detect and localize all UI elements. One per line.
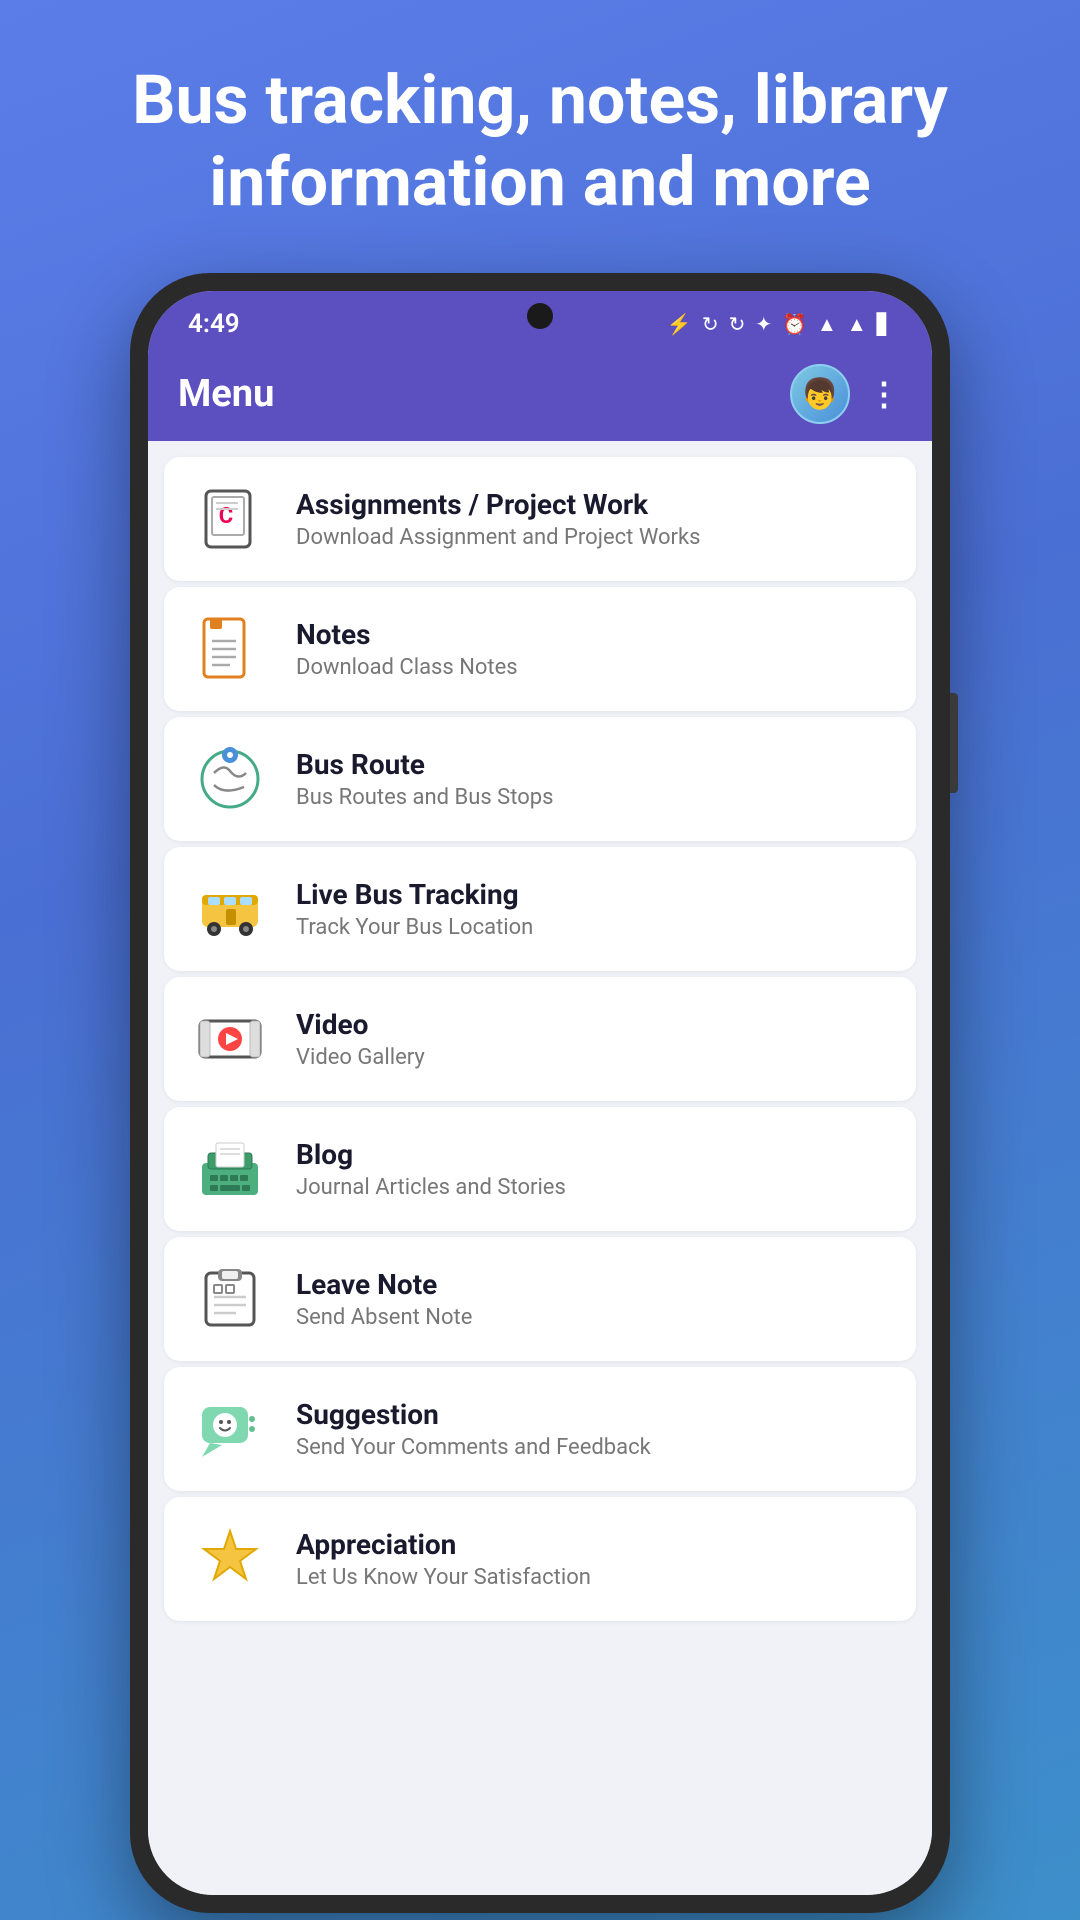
suggestion-title: Suggestion bbox=[296, 1398, 888, 1431]
more-options-button[interactable]: ⋮ bbox=[868, 375, 902, 413]
appreciation-subtitle: Let Us Know Your Satisfaction bbox=[296, 1565, 888, 1590]
phone-screen: 4:49 ⚡ ↻ ↻ ✦ ⏰ ▲ ▲ ▋ Menu bbox=[148, 291, 932, 1895]
appreciation-icon bbox=[194, 1523, 266, 1595]
status-time: 4:49 bbox=[188, 309, 240, 339]
user-avatar[interactable]: 👦 bbox=[790, 364, 850, 424]
video-title: Video bbox=[296, 1008, 888, 1041]
side-button bbox=[950, 693, 958, 793]
suggestion-icon-wrap bbox=[192, 1391, 268, 1467]
notes-subtitle: Download Class Notes bbox=[296, 655, 888, 680]
signal-icon: ▲ bbox=[847, 312, 867, 337]
menu-item-bus-route[interactable]: Bus Route Bus Routes and Bus Stops bbox=[164, 717, 916, 841]
app-bar: Menu 👦 ⋮ bbox=[148, 351, 932, 441]
phone-frame: 4:49 ⚡ ↻ ↻ ✦ ⏰ ▲ ▲ ▋ Menu bbox=[130, 273, 950, 1913]
blog-subtitle: Journal Articles and Stories bbox=[296, 1175, 888, 1200]
menu-item-blog[interactable]: Blog Journal Articles and Stories bbox=[164, 1107, 916, 1231]
notes-title: Notes bbox=[296, 618, 888, 651]
video-icon-wrap bbox=[192, 1001, 268, 1077]
camera-notch bbox=[527, 303, 553, 329]
assignments-title: Assignments / Project Work bbox=[296, 488, 888, 521]
blog-text: Blog Journal Articles and Stories bbox=[296, 1138, 888, 1200]
leave-note-text: Leave Note Send Absent Note bbox=[296, 1268, 888, 1330]
assignments-subtitle: Download Assignment and Project Works bbox=[296, 525, 888, 550]
avatar-image: 👦 bbox=[801, 377, 838, 412]
live-bus-icon bbox=[194, 873, 266, 945]
notes-text: Notes Download Class Notes bbox=[296, 618, 888, 680]
phone-mockup: 4:49 ⚡ ↻ ↻ ✦ ⏰ ▲ ▲ ▋ Menu bbox=[130, 273, 950, 1913]
live-bus-icon-wrap bbox=[192, 871, 268, 947]
leave-note-subtitle: Send Absent Note bbox=[296, 1305, 888, 1330]
blog-title: Blog bbox=[296, 1138, 888, 1171]
suggestion-text: Suggestion Send Your Comments and Feedba… bbox=[296, 1398, 888, 1460]
blog-icon bbox=[194, 1133, 266, 1205]
wifi-icon: ▲ bbox=[817, 312, 837, 337]
appreciation-text: Appreciation Let Us Know Your Satisfacti… bbox=[296, 1528, 888, 1590]
alarm-icon: ⏰ bbox=[782, 312, 807, 336]
menu-item-notes[interactable]: Notes Download Class Notes bbox=[164, 587, 916, 711]
app-icon: ✦ bbox=[755, 312, 772, 336]
app-bar-actions: 👦 ⋮ bbox=[790, 364, 902, 424]
assignments-icon: C bbox=[194, 483, 266, 555]
menu-item-video[interactable]: Video Video Gallery bbox=[164, 977, 916, 1101]
bus-route-title: Bus Route bbox=[296, 748, 888, 781]
menu-item-appreciation[interactable]: Appreciation Let Us Know Your Satisfacti… bbox=[164, 1497, 916, 1621]
appreciation-icon-wrap bbox=[192, 1521, 268, 1597]
leave-note-title: Leave Note bbox=[296, 1268, 888, 1301]
assignments-text: Assignments / Project Work Download Assi… bbox=[296, 488, 888, 550]
bus-route-icon bbox=[194, 743, 266, 815]
notes-icon bbox=[194, 613, 266, 685]
bus-route-text: Bus Route Bus Routes and Bus Stops bbox=[296, 748, 888, 810]
menu-list: C Assignments / Project Work Download As… bbox=[148, 441, 932, 1895]
live-bus-title: Live Bus Tracking bbox=[296, 878, 888, 911]
assignments-icon-wrap: C bbox=[192, 481, 268, 557]
suggestion-icon bbox=[194, 1393, 266, 1465]
suggestion-subtitle: Send Your Comments and Feedback bbox=[296, 1435, 888, 1460]
notification-icon: ⚡ bbox=[667, 312, 692, 336]
bus-route-subtitle: Bus Routes and Bus Stops bbox=[296, 785, 888, 810]
leave-note-icon-wrap bbox=[192, 1261, 268, 1337]
sync-icon: ↻ bbox=[702, 312, 719, 336]
svg-text:C: C bbox=[219, 504, 233, 529]
live-bus-subtitle: Track Your Bus Location bbox=[296, 915, 888, 940]
live-bus-text: Live Bus Tracking Track Your Bus Locatio… bbox=[296, 878, 888, 940]
hero-title: Bus tracking, notes, library information… bbox=[0, 0, 1080, 273]
battery-icon: ▋ bbox=[877, 312, 892, 336]
video-text: Video Video Gallery bbox=[296, 1008, 888, 1070]
app-bar-title: Menu bbox=[178, 372, 274, 416]
appreciation-title: Appreciation bbox=[296, 1528, 888, 1561]
status-icons: ⚡ ↻ ↻ ✦ ⏰ ▲ ▲ ▋ bbox=[667, 312, 892, 337]
menu-item-leave-note[interactable]: Leave Note Send Absent Note bbox=[164, 1237, 916, 1361]
menu-item-suggestion[interactable]: Suggestion Send Your Comments and Feedba… bbox=[164, 1367, 916, 1491]
video-subtitle: Video Gallery bbox=[296, 1045, 888, 1070]
sync-icon2: ↻ bbox=[729, 312, 746, 336]
menu-item-live-bus[interactable]: Live Bus Tracking Track Your Bus Locatio… bbox=[164, 847, 916, 971]
notes-icon-wrap bbox=[192, 611, 268, 687]
bus-route-icon-wrap bbox=[192, 741, 268, 817]
menu-item-assignments[interactable]: C Assignments / Project Work Download As… bbox=[164, 457, 916, 581]
leave-note-icon bbox=[194, 1263, 266, 1335]
hero-section: Bus tracking, notes, library information… bbox=[0, 0, 1080, 273]
video-icon bbox=[194, 1003, 266, 1075]
blog-icon-wrap bbox=[192, 1131, 268, 1207]
